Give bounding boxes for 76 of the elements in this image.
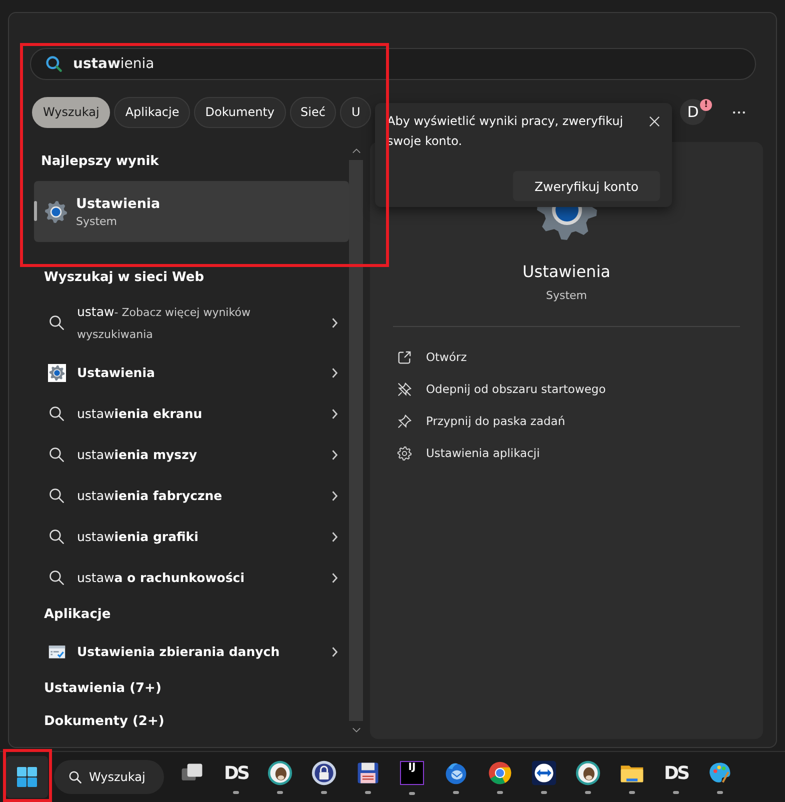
best-result[interactable]: Ustawienia System	[34, 181, 349, 242]
chevron-icon	[330, 488, 339, 502]
result-row[interactable]: ustawienia fabryczne	[34, 475, 349, 516]
section-heading: Najlepszy wynik	[40, 153, 160, 171]
result-text: ustaw- Zobacz więcej wyników wyszukiwania	[77, 303, 252, 343]
chevron-icon	[330, 316, 339, 330]
result-text: Ustawienia	[77, 364, 156, 382]
form-icon	[48, 642, 66, 660]
action-link[interactable]: Ustawienia aplikacji	[397, 437, 763, 469]
search-icon	[48, 568, 66, 586]
result-row[interactable]: Ustawienia zbierania danych	[34, 631, 349, 672]
result-row[interactable]: ustawienia myszy	[34, 434, 349, 475]
search-icon	[48, 446, 66, 464]
gear-icon	[48, 364, 66, 382]
chevron-icon	[330, 644, 339, 658]
app-title: Ustawienia	[522, 262, 610, 281]
search-icon	[48, 314, 66, 332]
chevron-icon	[330, 530, 339, 544]
filter-tab[interactable]: Sieć	[290, 96, 336, 128]
filter-tab[interactable]: Aplikacje	[114, 96, 190, 128]
result-row[interactable]: ustawa o rachunkowości	[34, 557, 349, 598]
result-text: ustawienia myszy	[77, 446, 198, 464]
search-icon	[48, 486, 66, 504]
chevron-icon	[330, 366, 339, 380]
close-icon[interactable]	[649, 116, 660, 127]
alert-badge: !	[700, 99, 712, 111]
result-title: Ustawienia	[76, 196, 160, 212]
app-icon[interactable]: DS	[224, 760, 248, 786]
section-heading: Aplikacje	[43, 606, 112, 624]
verify-button[interactable]: Zweryfikuj konto	[513, 171, 660, 201]
search-field[interactable]: ustawienia	[30, 48, 756, 80]
windows-logo-icon	[16, 766, 38, 788]
result-row[interactable]: ustawienia ekranu	[34, 393, 349, 434]
app-icon[interactable]: DS	[664, 760, 688, 786]
result-subtitle: System	[76, 214, 118, 228]
settings-icon	[397, 446, 412, 460]
action-link[interactable]: Otwórz	[397, 341, 763, 373]
scroll-up-icon[interactable]	[352, 148, 360, 154]
highlight-frame	[3, 749, 52, 802]
scroll-down-icon[interactable]	[352, 727, 360, 733]
section-heading: Wyszukaj w sieci Web	[43, 269, 206, 287]
app-icon[interactable]: IJ	[400, 761, 424, 785]
browser-icon[interactable]	[487, 760, 513, 786]
gear-icon	[44, 200, 68, 224]
search-icon	[48, 404, 66, 422]
pin-icon	[397, 414, 412, 428]
more-icon[interactable]	[732, 110, 746, 114]
chevron-icon	[330, 448, 339, 462]
animal-icon[interactable]	[575, 760, 601, 786]
action-link[interactable]: Przypnij do paska zadań	[397, 405, 763, 437]
app-subtitle: System	[546, 289, 588, 302]
search-icon	[48, 528, 66, 546]
chevron-icon	[330, 406, 339, 420]
result-text: ustawienia ekranu	[77, 405, 204, 423]
result-row[interactable]: ustaw- Zobacz więcej wyników wyszukiwania	[34, 294, 349, 352]
lock-icon[interactable]	[311, 760, 337, 786]
result-text: ustawienia grafiki	[77, 528, 200, 546]
result-text: ustawienia fabryczne	[77, 487, 224, 505]
section-heading: Dokumenty (2+)	[43, 713, 166, 731]
result-text: ustawa o rachunkowości	[77, 569, 246, 587]
action-link[interactable]: Odepnij od obszaru startowego	[397, 373, 763, 405]
result-row[interactable]: Ustawienia	[34, 352, 349, 393]
filter-tab[interactable]: Dokumenty	[194, 96, 286, 128]
result-row[interactable]: ustawienia grafiki	[34, 516, 349, 557]
animal-icon[interactable]	[267, 760, 293, 786]
search-icon	[68, 770, 83, 784]
open-external-icon	[397, 350, 412, 364]
filter-tab[interactable]: U	[340, 96, 372, 128]
taskbar-search[interactable]: Wyszukaj	[54, 760, 164, 794]
start-button[interactable]	[6, 756, 48, 798]
result-text: Ustawienia zbierania danych	[77, 643, 281, 661]
chevron-icon	[330, 570, 339, 584]
unpin-icon	[397, 382, 412, 396]
section-heading: Ustawienia (7+)	[43, 680, 162, 698]
filter-tab[interactable]: Wyszukaj	[32, 96, 110, 128]
search-icon	[45, 55, 63, 73]
